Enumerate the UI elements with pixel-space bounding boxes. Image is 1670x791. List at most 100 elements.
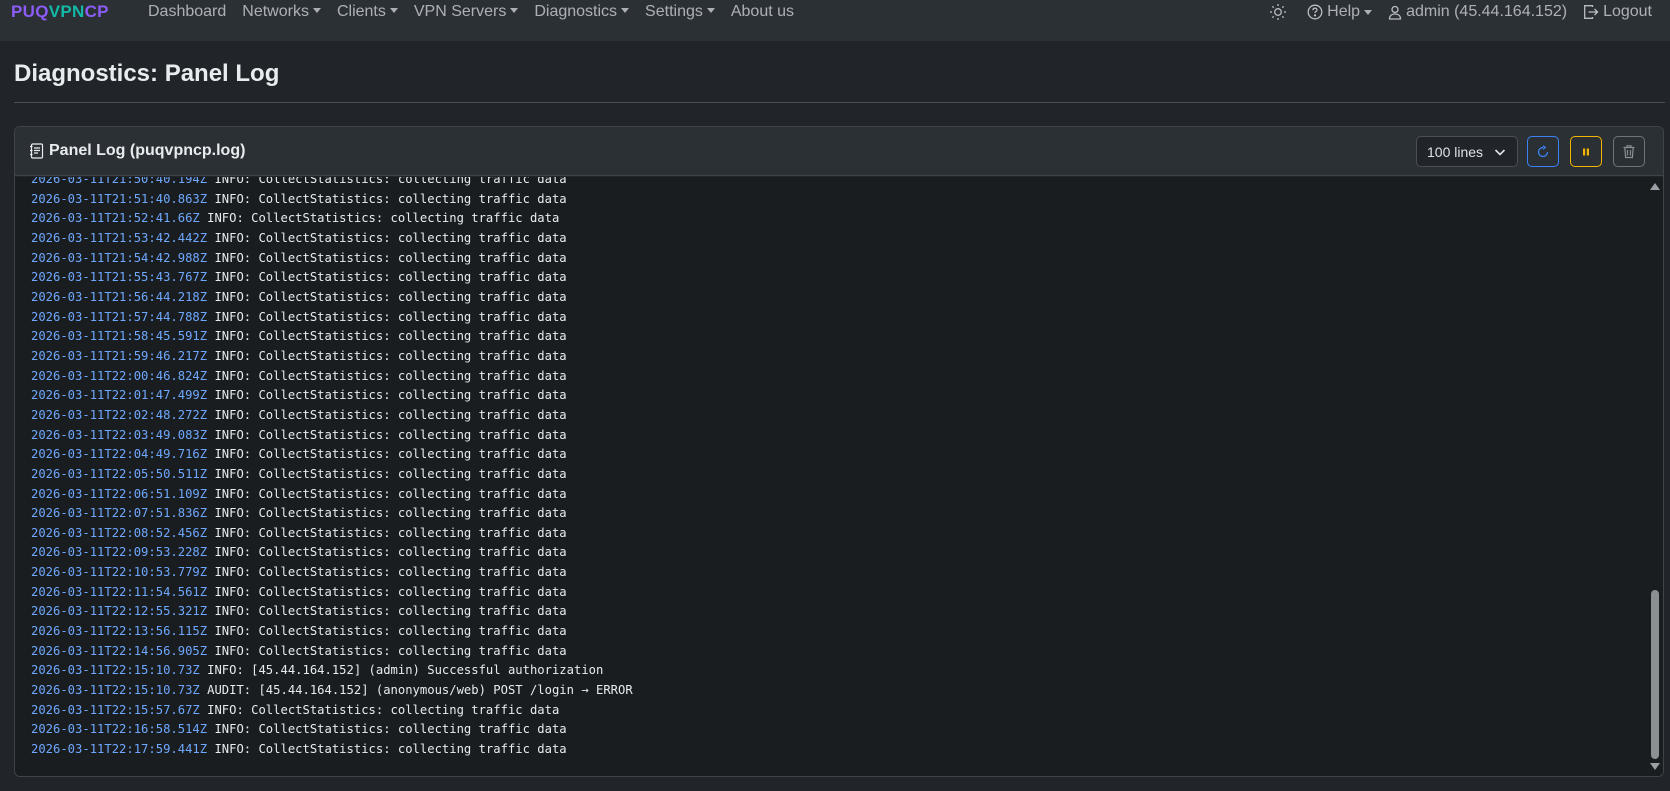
log-line: 2026-03-11T21:57:44.788Z INFO: CollectSt… — [31, 308, 633, 328]
log-timestamp: 2026-03-11T22:15:57.67Z — [31, 702, 200, 717]
nav-about[interactable]: About us — [723, 2, 802, 22]
log-message: INFO: CollectStatistics: collecting traf… — [207, 177, 567, 186]
log-message: INFO: CollectStatistics: collecting traf… — [207, 191, 567, 206]
nav-dashboard[interactable]: Dashboard — [140, 2, 234, 22]
log-message: INFO: CollectStatistics: collecting traf… — [207, 348, 567, 363]
chevron-down-icon — [510, 8, 519, 13]
log-timestamp: 2026-03-11T22:06:51.109Z — [31, 486, 208, 501]
log-line: 2026-03-11T22:15:10.73Z INFO: [45.44.164… — [31, 661, 633, 681]
title-divider — [14, 102, 1665, 103]
scroll-up-arrow-icon[interactable] — [1650, 183, 1660, 190]
log-message: INFO: CollectStatistics: collecting traf… — [207, 447, 567, 462]
log-timestamp: 2026-03-11T21:54:42.988Z — [31, 250, 208, 265]
nav-user[interactable]: admin (45.44.164.152) — [1380, 2, 1575, 22]
log-timestamp: 2026-03-11T22:03:49.083Z — [31, 427, 208, 442]
chevron-down-icon — [621, 8, 630, 13]
log-timestamp: 2026-03-11T22:08:52.456Z — [31, 525, 208, 540]
log-message: INFO: CollectStatistics: collecting traf… — [207, 270, 567, 285]
chevron-down-icon — [1494, 149, 1506, 156]
question-circle-icon — [1307, 4, 1323, 20]
log-timestamp: 2026-03-11T21:53:42.442Z — [31, 230, 208, 245]
log-message: INFO: CollectStatistics: collecting traf… — [207, 525, 567, 540]
log-line: 2026-03-11T21:51:40.863Z INFO: CollectSt… — [31, 190, 633, 210]
refresh-button[interactable] — [1527, 136, 1559, 167]
log-message: INFO: CollectStatistics: collecting traf… — [207, 407, 567, 422]
card-title: Panel Log (puqvpncp.log) — [29, 142, 245, 160]
log-message: INFO: CollectStatistics: collecting traf… — [207, 486, 567, 501]
log-timestamp: 2026-03-11T22:15:10.73Z — [31, 683, 200, 698]
log-message: INFO: CollectStatistics: collecting traf… — [207, 230, 567, 245]
log-line: 2026-03-11T22:07:51.836Z INFO: CollectSt… — [31, 504, 633, 524]
chevron-down-icon — [706, 8, 715, 13]
nav-logout[interactable]: Logout — [1575, 2, 1660, 22]
log-lines: 2026-03-11T21:50:40.194Z INFO: CollectSt… — [31, 177, 633, 760]
log-line: 2026-03-11T21:52:41.66Z INFO: CollectSta… — [31, 209, 633, 229]
nav-diagnostics[interactable]: Diagnostics — [526, 2, 637, 22]
log-timestamp: 2026-03-11T21:58:45.591Z — [31, 329, 208, 344]
log-timestamp: 2026-03-11T21:59:46.217Z — [31, 348, 208, 363]
log-timestamp: 2026-03-11T22:01:47.499Z — [31, 388, 208, 403]
log-message: INFO: CollectStatistics: collecting traf… — [207, 388, 567, 403]
nav-clients[interactable]: Clients — [329, 2, 406, 22]
log-message: INFO: CollectStatistics: collecting traf… — [207, 289, 567, 304]
logout-icon — [1584, 5, 1599, 19]
log-line: 2026-03-11T22:09:53.228Z INFO: CollectSt… — [31, 543, 633, 563]
user-nav: Help admin (45.44.164.152) Logout — [1261, 2, 1660, 22]
log-line: 2026-03-11T21:55:43.767Z INFO: CollectSt… — [31, 268, 633, 288]
chevron-down-icon — [389, 8, 398, 13]
log-line: 2026-03-11T22:17:59.441Z INFO: CollectSt… — [31, 740, 633, 760]
theme-toggle[interactable] — [1261, 3, 1299, 21]
log-timestamp: 2026-03-11T22:07:51.836Z — [31, 506, 208, 521]
log-timestamp: 2026-03-11T22:14:56.905Z — [31, 643, 208, 658]
log-line: 2026-03-11T22:16:58.514Z INFO: CollectSt… — [31, 720, 633, 740]
log-timestamp: 2026-03-11T22:04:49.716Z — [31, 447, 208, 462]
nav-settings[interactable]: Settings — [637, 2, 723, 22]
nav-help[interactable]: Help — [1299, 2, 1380, 22]
log-message: INFO: CollectStatistics: collecting traf… — [207, 250, 567, 265]
scroll-thumb[interactable] — [1651, 590, 1659, 759]
log-timestamp: 2026-03-11T22:12:55.321Z — [31, 604, 208, 619]
log-line: 2026-03-11T21:58:45.591Z INFO: CollectSt… — [31, 327, 633, 347]
trash-icon — [1623, 145, 1635, 159]
nav-vpn-servers[interactable]: VPN Servers — [406, 2, 526, 22]
log-line: 2026-03-11T22:01:47.499Z INFO: CollectSt… — [31, 386, 633, 406]
top-navbar: PUQVPNCP Dashboard Networks Clients VPN … — [0, 0, 1670, 41]
log-message: INFO: CollectStatistics: collecting traf… — [207, 427, 567, 442]
scroll-down-arrow-icon[interactable] — [1650, 763, 1660, 770]
journal-text-icon — [30, 143, 44, 159]
log-message: INFO: CollectStatistics: collecting traf… — [207, 643, 567, 658]
log-timestamp: 2026-03-11T22:10:53.779Z — [31, 565, 208, 580]
pause-button[interactable] — [1570, 136, 1602, 167]
log-line: 2026-03-11T22:13:56.115Z INFO: CollectSt… — [31, 622, 633, 642]
clear-log-button[interactable] — [1613, 136, 1645, 167]
brand-logo[interactable]: PUQVPNCP — [11, 2, 109, 22]
chevron-down-icon — [1364, 9, 1373, 15]
log-viewer[interactable]: 2026-03-11T21:50:40.194Z INFO: CollectSt… — [15, 177, 1663, 776]
log-line: 2026-03-11T22:00:46.824Z INFO: CollectSt… — [31, 367, 633, 387]
log-line: 2026-03-11T22:15:10.73Z AUDIT: [45.44.16… — [31, 681, 633, 701]
nav-networks[interactable]: Networks — [234, 2, 329, 22]
log-line: 2026-03-11T21:53:42.442Z INFO: CollectSt… — [31, 229, 633, 249]
log-line: 2026-03-11T22:06:51.109Z INFO: CollectSt… — [31, 485, 633, 505]
log-timestamp: 2026-03-11T22:13:56.115Z — [31, 624, 208, 639]
main-nav: Dashboard Networks Clients VPN Servers D… — [140, 2, 802, 22]
person-icon — [1388, 5, 1402, 20]
log-timestamp: 2026-03-11T22:02:48.272Z — [31, 407, 208, 422]
lines-count-select[interactable]: 100 lines — [1416, 136, 1518, 167]
log-line: 2026-03-11T22:02:48.272Z INFO: CollectSt… — [31, 406, 633, 426]
pause-icon — [1583, 148, 1589, 155]
log-timestamp: 2026-03-11T22:15:10.73Z — [31, 663, 200, 678]
log-timestamp: 2026-03-11T22:17:59.441Z — [31, 742, 208, 757]
log-line: 2026-03-11T21:54:42.988Z INFO: CollectSt… — [31, 249, 633, 269]
log-line: 2026-03-11T22:03:49.083Z INFO: CollectSt… — [31, 426, 633, 446]
log-line: 2026-03-11T22:10:53.779Z INFO: CollectSt… — [31, 563, 633, 583]
log-timestamp: 2026-03-11T22:09:53.228Z — [31, 545, 208, 560]
log-line: 2026-03-11T21:59:46.217Z INFO: CollectSt… — [31, 347, 633, 367]
log-message: INFO: CollectStatistics: collecting traf… — [199, 211, 560, 226]
page-title: Diagnostics: Panel Log — [14, 60, 280, 87]
log-scrollbar[interactable] — [1647, 177, 1663, 776]
card-header: Panel Log (puqvpncp.log) 100 lines — [15, 127, 1663, 176]
log-message: INFO: CollectStatistics: collecting traf… — [207, 506, 567, 521]
log-line: 2026-03-11T21:56:44.218Z INFO: CollectSt… — [31, 288, 633, 308]
log-line: 2026-03-11T22:05:50.511Z INFO: CollectSt… — [31, 465, 633, 485]
